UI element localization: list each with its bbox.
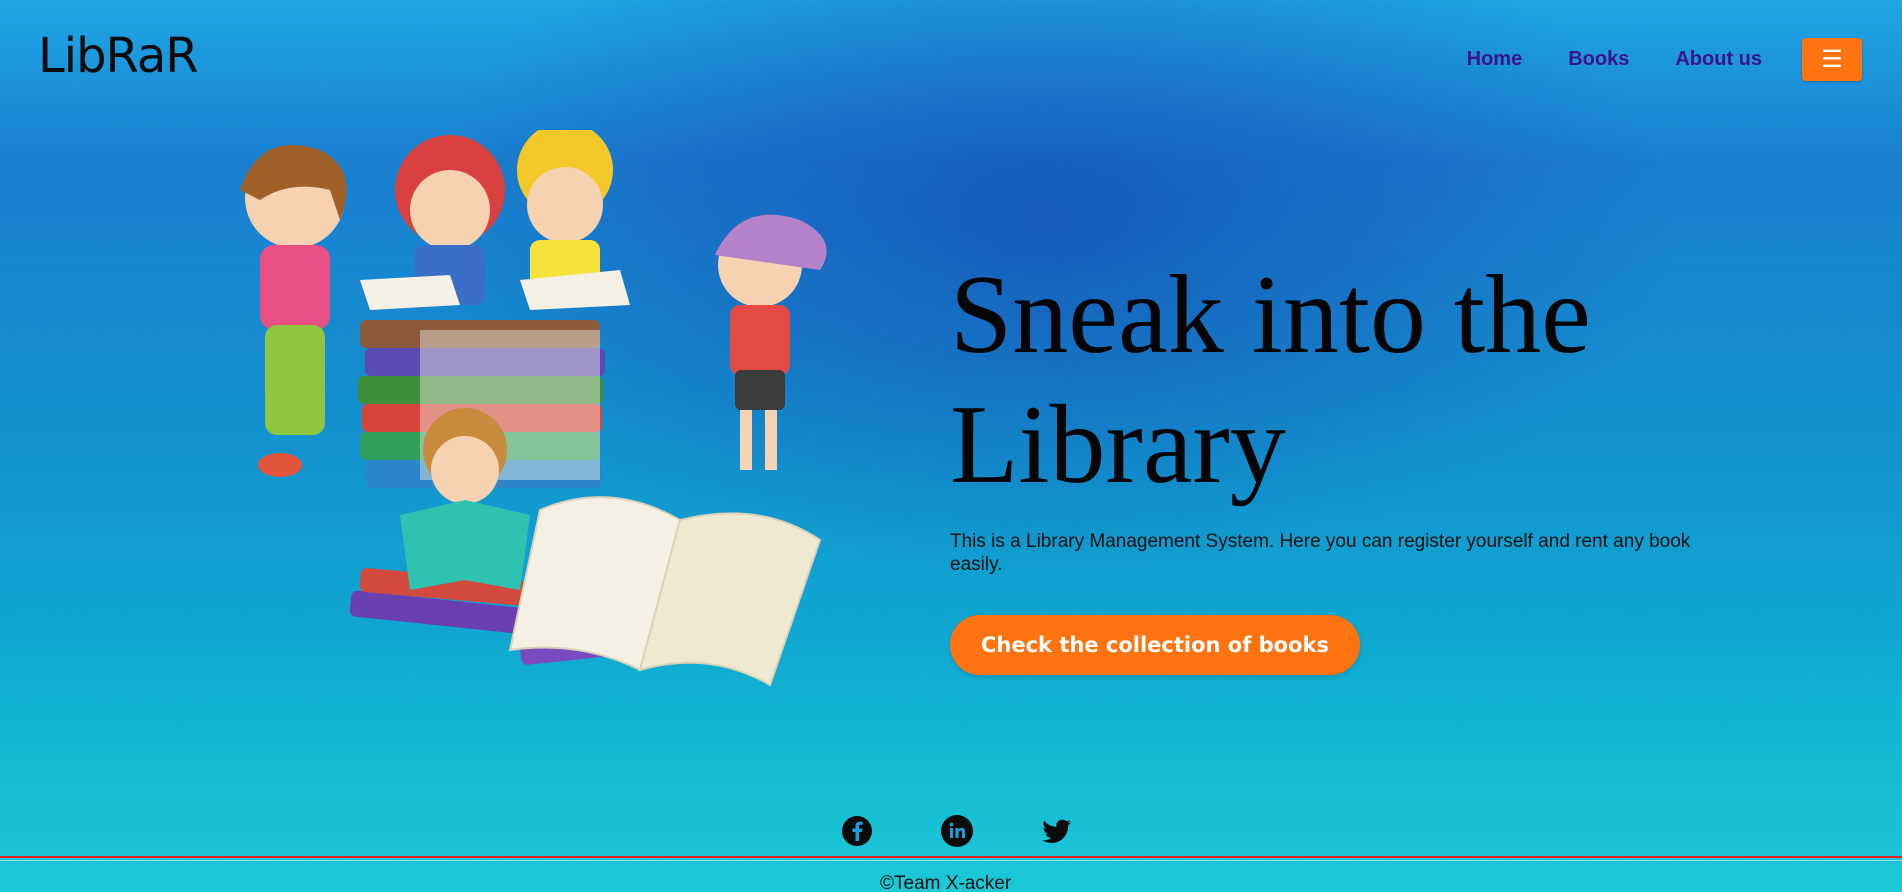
menu-toggle-button[interactable]: ☰ [1802,38,1862,81]
hero-description: This is a Library Management System. Her… [950,531,1691,575]
nav-home-link[interactable]: Home [1467,48,1523,71]
site-logo[interactable]: LibRaR [38,28,199,84]
linkedin-icon[interactable] [940,814,974,848]
footer-divider-highlight [0,860,1902,861]
facebook-icon[interactable] [840,814,874,848]
footer-divider [0,856,1902,858]
boy-yellow-cap [517,130,630,310]
social-links [840,814,1140,848]
kids-reading-books-illustration [240,130,827,687]
check-collection-button[interactable]: Check the collection of books [950,615,1360,675]
twitter-icon[interactable] [1040,814,1074,848]
copyright-text: ©Team X-acker [880,873,1012,892]
girl-standing-left [240,145,347,477]
boy-red-hair [360,135,505,310]
boy-standing-right [715,214,827,470]
nav-books-link[interactable]: Books [1568,48,1629,71]
nav-about-link[interactable]: About us [1675,48,1762,71]
hero-title: Sneak into the Library [950,253,1591,507]
main-nav: Home Books About us ☰ [1467,38,1862,81]
hamburger-icon: ☰ [1821,46,1843,73]
